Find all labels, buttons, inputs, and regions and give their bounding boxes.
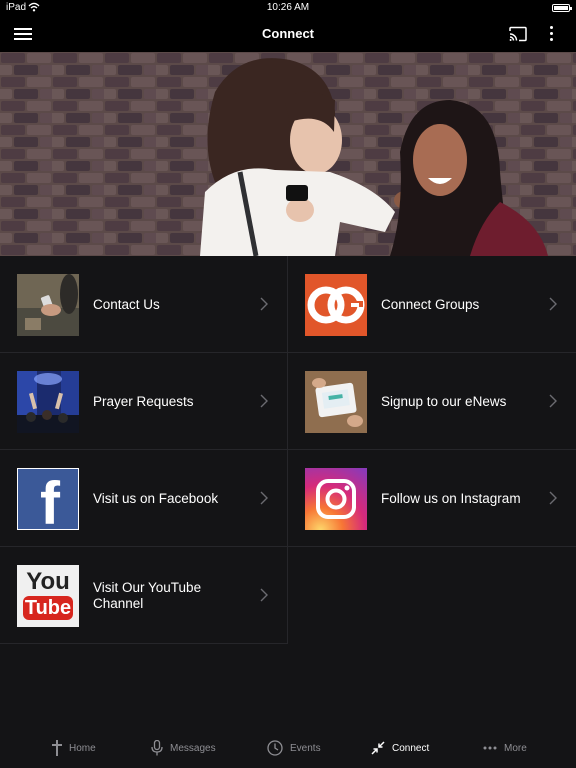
tab-connect[interactable]: Connect [371,728,429,768]
tab-label: More [504,742,527,754]
cross-icon [52,740,62,756]
tile-label: Visit Our YouTube Channel [93,579,202,611]
nav-bar: Connect [0,16,576,52]
facebook-tile[interactable]: f Visit us on Facebook [0,450,288,547]
prayer-requests-tile[interactable]: Prayer Requests [0,353,288,450]
cast-icon[interactable] [508,26,528,42]
tab-label: Home [69,742,96,754]
page-title: Connect [262,26,314,41]
youtube-you-text: You [26,568,70,595]
tile-label: Prayer Requests [93,393,194,409]
tab-messages[interactable]: Messages [151,728,216,768]
more-options-icon[interactable] [545,25,559,43]
signup-enews-tile[interactable]: Signup to our eNews [288,353,576,450]
chevron-right-icon [260,297,268,311]
contact-us-tile[interactable]: Contact Us [0,256,288,353]
youtube-logo: You Tube [17,565,79,627]
chevron-right-icon [260,491,268,505]
more-dots-icon [483,746,497,750]
tab-more[interactable]: More [483,728,527,768]
tile-label: Follow us on Instagram [381,490,521,506]
chevron-right-icon [549,394,557,408]
chevron-right-icon [260,394,268,408]
chevron-right-icon [549,491,557,505]
tab-label: Messages [170,742,216,754]
facebook-logo: f [17,468,79,530]
clock-icon [267,740,283,756]
status-time: 10:26 AM [266,2,310,13]
tab-home[interactable]: Home [52,728,96,768]
tile-label: Contact Us [93,296,160,312]
chevron-right-icon [260,588,268,602]
microphone-icon [151,740,163,756]
connect-groups-logo [305,274,367,336]
battery-icon [552,4,572,12]
connect-arrows-icon [371,741,385,755]
tile-label: Connect Groups [381,296,480,312]
tab-label: Connect [392,742,430,754]
youtube-tube-text: Tube [24,597,72,619]
youtube-tile[interactable]: You Tube Visit Our YouTube Channel [0,547,288,644]
tab-bar: Home Messages Events Connect More [0,728,576,768]
hero-image [0,52,576,256]
instagram-tile[interactable]: Follow us on Instagram [288,450,576,547]
tablet-photo-thumbnail [305,371,367,433]
tab-label: Events [290,742,321,754]
chevron-right-icon [549,297,557,311]
status-bar: iPad 10:26 AM [0,0,576,16]
tab-events[interactable]: Events [267,728,321,768]
tile-label: Signup to our eNews [381,393,507,409]
worship-photo-thumbnail [17,371,79,433]
tile-label: Visit us on Facebook [93,490,219,506]
connect-groups-tile[interactable]: Connect Groups [288,256,576,353]
instagram-logo [305,468,367,530]
facebook-letter: f [40,470,60,530]
contact-photo-thumbnail [17,274,79,336]
youtube-tube-badge: Tube [23,596,73,620]
